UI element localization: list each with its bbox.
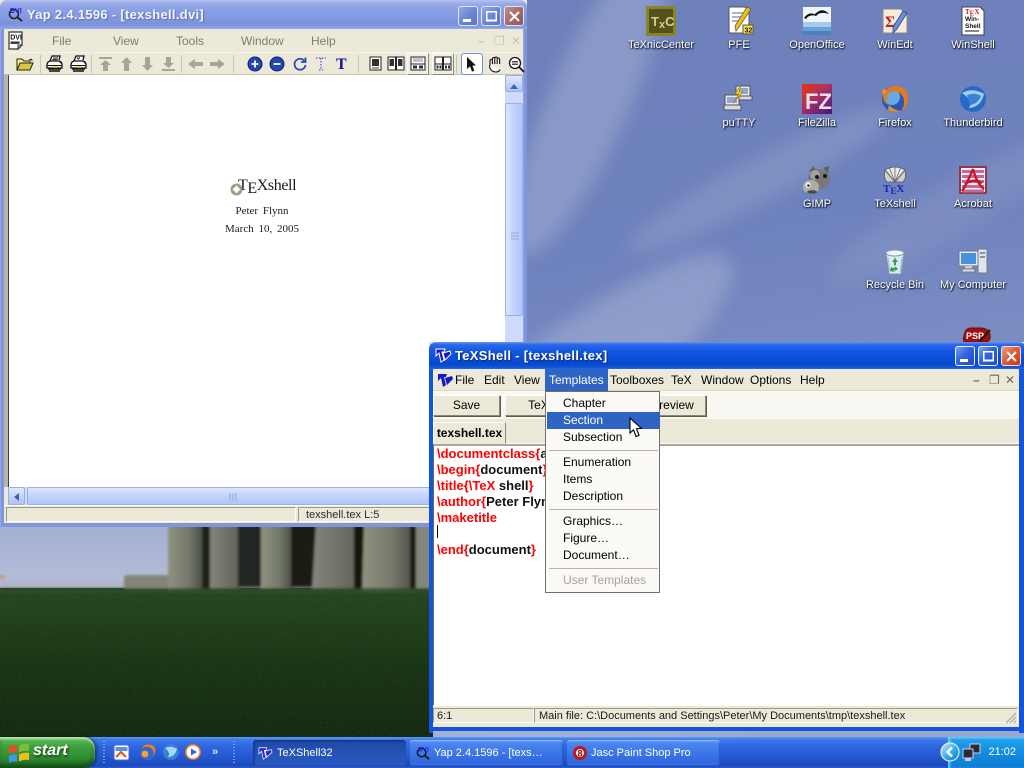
- svg-text:DVI: DVI: [418, 747, 429, 754]
- svg-text:32: 32: [745, 28, 753, 35]
- svg-text:8: 8: [578, 749, 583, 759]
- svg-text:Shell: Shell: [965, 23, 981, 30]
- svg-text:FZ: FZ: [805, 89, 832, 114]
- svg-text:TEX: TEX: [883, 183, 904, 196]
- svg-text:Win-: Win-: [965, 16, 979, 23]
- svg-text:DVI: DVI: [10, 35, 22, 42]
- svg-text:DVI: DVI: [10, 8, 22, 15]
- svg-text:T: T: [336, 56, 347, 72]
